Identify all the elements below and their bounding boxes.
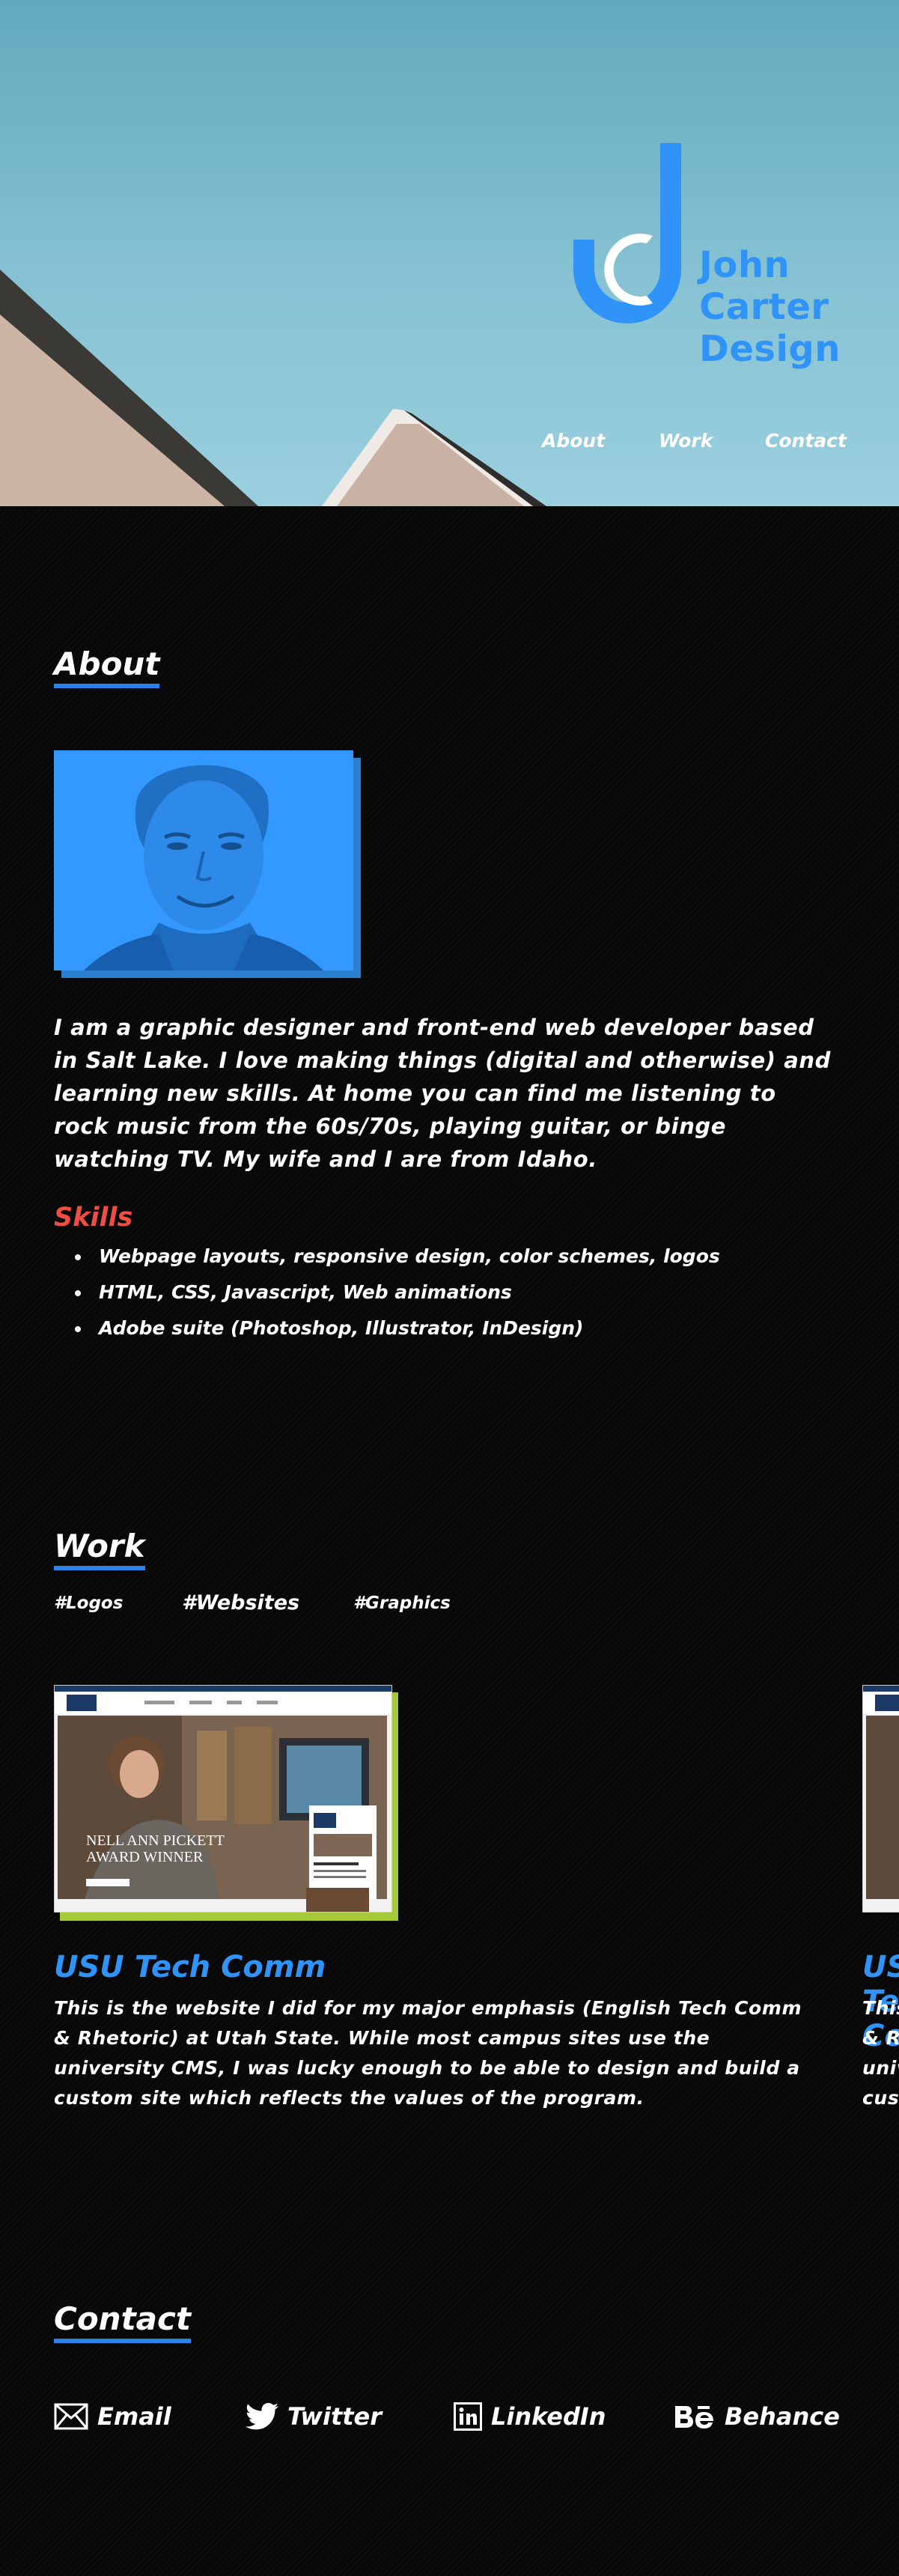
- heading-underline: [54, 684, 160, 688]
- screenshot-headline-1: NELL ANN PICKETT: [86, 1832, 225, 1849]
- envelope-icon: [54, 2403, 88, 2430]
- project-card-next[interactable]: [862, 1685, 899, 1921]
- contact-label: Twitter: [287, 2402, 383, 2431]
- linkedin-icon: [454, 2402, 482, 2431]
- project-next-preview: USU Tech Comm This is the website I did …: [862, 1950, 899, 2122]
- contact-link-behance[interactable]: Behance: [674, 2402, 840, 2431]
- project-screenshot: [862, 1685, 899, 1913]
- about-heading: About: [54, 645, 160, 688]
- contact-links: Email Twitter LinkedIn Behance: [0, 2402, 899, 2440]
- project-card-usu-tech-comm[interactable]: NELL ANN PICKETT AWARD WINNER: [54, 1685, 398, 1921]
- nav-link-work[interactable]: Work: [659, 430, 713, 452]
- tag-logos[interactable]: #Logos: [54, 1594, 123, 1613]
- skill-item: HTML, CSS, Javascript, Web animations: [72, 1275, 720, 1310]
- twitter-bird-icon: [246, 2402, 278, 2430]
- work-heading: Work: [54, 1528, 145, 1570]
- photo-image: [54, 750, 353, 970]
- tag-websites[interactable]: #Websites: [182, 1591, 299, 1614]
- brand-line-3: Design: [699, 328, 841, 370]
- brand-line-1: John: [699, 244, 790, 286]
- skills-list: Webpage layouts, responsive design, colo…: [72, 1239, 720, 1346]
- skill-item: Adobe suite (Photoshop, Illustrator, InD…: [72, 1310, 720, 1346]
- behance-icon: [675, 2406, 713, 2428]
- contact-heading: Contact: [54, 2300, 191, 2343]
- profile-photo: [54, 750, 361, 978]
- tag-graphics[interactable]: #Graphics: [353, 1594, 451, 1613]
- brand-wordmark: John Carter Design: [699, 244, 841, 370]
- contact-label: Email: [97, 2402, 171, 2431]
- project-description: This is the website I did for my major e…: [862, 1997, 899, 2109]
- heading-underline: [54, 2339, 191, 2343]
- skills-heading: Skills: [54, 1203, 133, 1233]
- about-heading-text: About: [54, 645, 160, 682]
- nav-link-about[interactable]: About: [542, 430, 605, 452]
- project-title[interactable]: USU Tech Comm: [54, 1950, 326, 1984]
- contact-link-linkedin[interactable]: LinkedIn: [454, 2402, 606, 2431]
- contact-link-twitter[interactable]: Twitter: [246, 2402, 382, 2431]
- work-heading-text: Work: [54, 1528, 145, 1564]
- nav-link-contact[interactable]: Contact: [765, 430, 847, 452]
- brand-line-2: Carter: [699, 286, 829, 328]
- heading-underline: [54, 1566, 145, 1570]
- screenshot-headline-2: AWARD WINNER: [86, 1849, 204, 1865]
- hero-banner: John Carter Design About Work Contact: [0, 0, 899, 506]
- contact-link-email[interactable]: Email: [54, 2402, 171, 2431]
- skill-item: Webpage layouts, responsive design, colo…: [72, 1239, 720, 1275]
- project-screenshot: NELL ANN PICKETT AWARD WINNER: [54, 1685, 392, 1913]
- project-description: This is the website I did for my major e…: [54, 1997, 802, 2109]
- contact-label: Behance: [725, 2402, 840, 2431]
- contact-heading-text: Contact: [54, 2300, 191, 2337]
- about-bio: I am a graphic designer and front-end we…: [54, 1015, 832, 1172]
- contact-label: LinkedIn: [491, 2402, 606, 2431]
